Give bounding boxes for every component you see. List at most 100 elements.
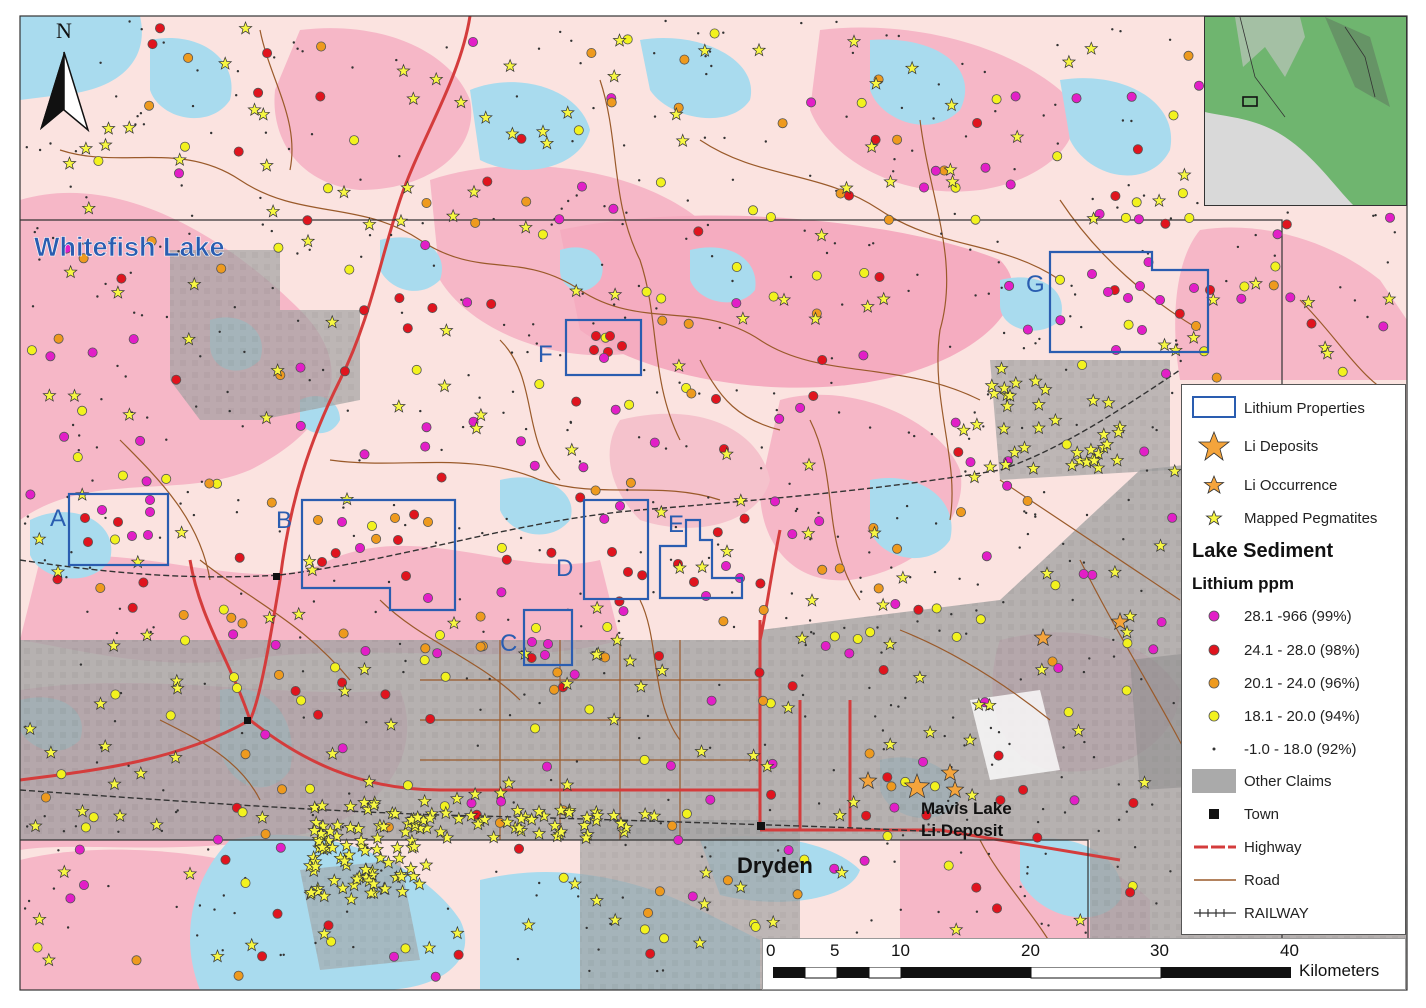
sample-point — [402, 323, 413, 334]
legend-item-road: Road — [1182, 865, 1407, 895]
sample-point — [95, 761, 99, 764]
sample-point — [501, 554, 512, 565]
sample-point — [279, 953, 282, 957]
sample-point — [655, 307, 658, 310]
sample-point — [1133, 214, 1144, 225]
sample-point — [315, 91, 326, 102]
sample-point — [639, 551, 642, 554]
sample-point — [669, 558, 673, 561]
sample-point — [876, 626, 879, 629]
sample-point — [411, 364, 422, 375]
sample-dot-icon — [1212, 747, 1216, 751]
sample-point — [505, 517, 508, 521]
sample-point — [698, 392, 701, 395]
sample-point — [776, 849, 780, 852]
sample-point — [1191, 320, 1202, 331]
sample-point — [534, 379, 545, 390]
sample-point — [1130, 119, 1133, 123]
sample-point — [287, 147, 291, 151]
sample-point — [858, 350, 869, 361]
sample-point — [992, 903, 1003, 914]
sample-point — [882, 772, 893, 783]
sample-point — [312, 600, 316, 603]
sample-point — [420, 441, 431, 452]
sample-point — [892, 543, 903, 554]
sample-point — [990, 763, 994, 766]
sample-point — [618, 631, 621, 635]
property-label-d: D — [556, 555, 573, 582]
sample-point — [1084, 931, 1087, 934]
legend-item-lithium-class: 18.1 - 20.0 (94%) — [1182, 701, 1407, 731]
sample-point — [359, 305, 370, 316]
sample-point — [453, 949, 464, 960]
legend-label: Li Deposits — [1244, 438, 1319, 455]
sample-point — [71, 423, 75, 427]
sample-point — [559, 354, 562, 357]
scale-bar: 0 5 10 20 30 40 Kilometers — [762, 938, 1406, 990]
sample-point — [649, 437, 660, 448]
legend-label: Li Occurrence — [1244, 477, 1338, 494]
sample-point — [624, 399, 635, 410]
sample-point — [308, 379, 311, 382]
sample-point — [97, 504, 108, 515]
sample-point — [577, 895, 580, 898]
sample-point — [1044, 852, 1047, 855]
town-marker-dryden[interactable] — [757, 822, 765, 830]
sample-point — [296, 695, 307, 706]
sample-point — [104, 282, 107, 286]
sample-point — [240, 878, 251, 889]
sample-point — [141, 476, 152, 487]
sample-point — [983, 70, 986, 74]
sample-point — [142, 123, 146, 126]
sample-point — [301, 670, 305, 673]
sample-point — [711, 393, 722, 404]
sample-point — [605, 330, 616, 341]
sample-point — [785, 616, 788, 620]
sample-point — [1155, 294, 1166, 305]
sample-point — [1013, 168, 1016, 171]
sample-point — [837, 411, 841, 414]
sample-point — [354, 543, 365, 554]
town-marker[interactable] — [273, 573, 280, 580]
sample-point — [950, 613, 953, 616]
sample-point — [667, 820, 678, 831]
sample-point — [951, 631, 962, 642]
sample-point — [482, 630, 485, 633]
sample-point — [27, 899, 31, 903]
sample-point — [507, 618, 510, 621]
railway-line-icon — [1194, 909, 1236, 917]
large-orange-star-icon — [1197, 431, 1231, 461]
sample-point — [72, 452, 83, 463]
sample-point — [1168, 38, 1172, 41]
sample-point — [934, 522, 938, 525]
sample-point — [65, 893, 76, 904]
sample-point — [359, 449, 370, 460]
legend-item-town: Town — [1182, 799, 1407, 829]
sample-point — [865, 627, 876, 638]
sample-point — [890, 599, 901, 610]
legend-item-other-claims: Other Claims — [1182, 766, 1407, 796]
town-marker[interactable] — [244, 717, 251, 724]
sample-point — [519, 536, 523, 540]
sample-point — [938, 629, 941, 632]
map-view[interactable]: A B C D E F G Whitefish Lake Dryden Mavi… — [0, 0, 1426, 1008]
sample-point — [970, 214, 981, 225]
sample-point — [937, 83, 940, 86]
place-label-dryden: Dryden — [737, 853, 813, 878]
sample-point — [422, 517, 433, 528]
sample-point — [1239, 281, 1250, 292]
sample-point — [997, 261, 1000, 264]
sample-point — [830, 357, 834, 360]
sample-point — [622, 144, 626, 147]
sample-point — [603, 205, 606, 208]
sample-point — [1120, 212, 1131, 223]
sample-point — [475, 611, 486, 622]
sample-point — [1127, 498, 1130, 502]
sample-point — [1121, 685, 1132, 696]
sample-point — [897, 705, 900, 708]
sample-point — [530, 723, 541, 734]
sample-point — [421, 222, 424, 225]
scale-tick: 0 — [766, 941, 776, 960]
sample-point — [612, 303, 616, 306]
sample-point — [930, 432, 934, 436]
